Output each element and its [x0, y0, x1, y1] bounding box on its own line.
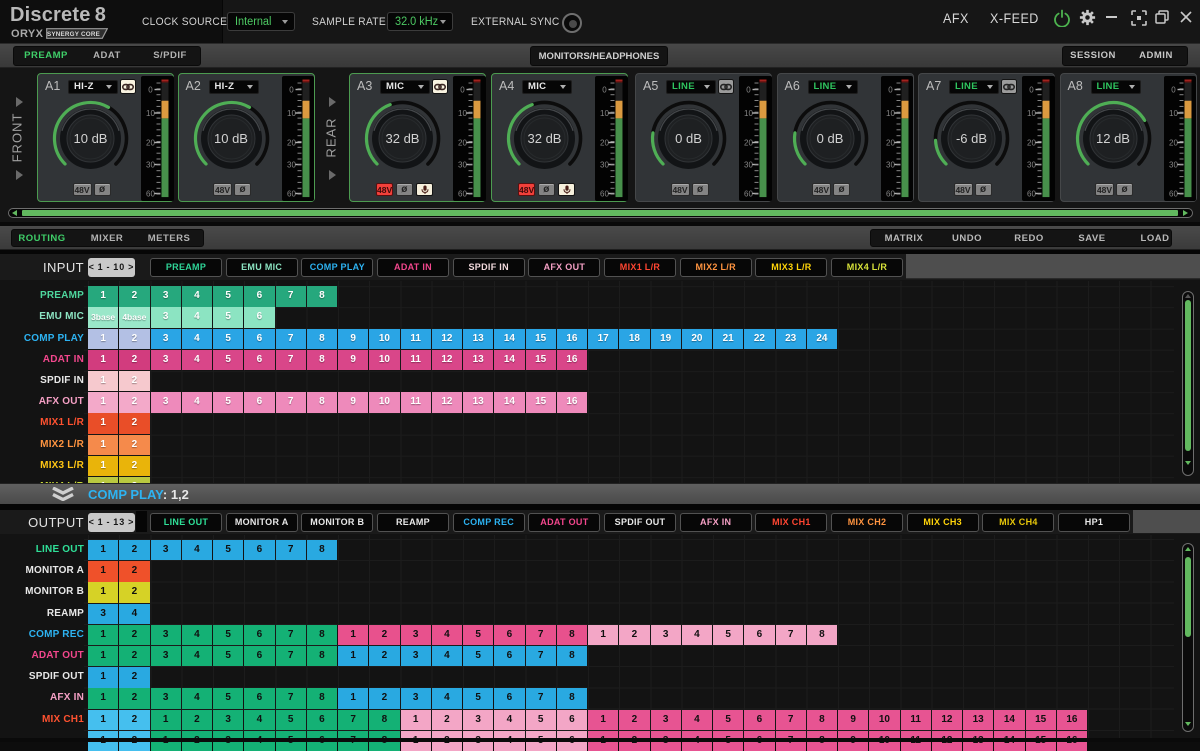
svg-text:60: 60 [744, 189, 753, 198]
svg-text:30: 30 [458, 160, 467, 169]
svg-text:30: 30 [744, 160, 753, 169]
svg-text:20: 20 [146, 138, 155, 147]
svg-text:0: 0 [888, 85, 893, 94]
svg-text:10: 10 [744, 109, 753, 118]
svg-text:60: 60 [1169, 189, 1178, 198]
svg-text:10: 10 [1027, 109, 1036, 118]
svg-text:20: 20 [287, 138, 296, 147]
svg-text:60: 60 [287, 189, 296, 198]
svg-text:60: 60 [886, 189, 895, 198]
svg-text:0: 0 [461, 85, 466, 94]
svg-text:20: 20 [600, 138, 609, 147]
svg-text:30: 30 [600, 160, 609, 169]
svg-text:SYNERGY CORE: SYNERGY CORE [47, 31, 100, 38]
svg-text:20: 20 [744, 138, 753, 147]
svg-text:20: 20 [1027, 138, 1036, 147]
svg-text:0: 0 [289, 85, 294, 94]
svg-text:0: 0 [149, 85, 154, 94]
svg-text:10: 10 [886, 109, 895, 118]
svg-text:20: 20 [1169, 138, 1178, 147]
svg-text:10: 10 [458, 109, 467, 118]
svg-text:10: 10 [600, 109, 609, 118]
svg-text:10: 10 [146, 109, 155, 118]
svg-text:0: 0 [747, 85, 752, 94]
svg-text:30: 30 [287, 160, 296, 169]
svg-text:60: 60 [1027, 189, 1036, 198]
svg-text:10: 10 [1169, 109, 1178, 118]
svg-text:30: 30 [1027, 160, 1036, 169]
svg-text:0: 0 [1030, 85, 1035, 94]
svg-text:0: 0 [603, 85, 608, 94]
svg-text:60: 60 [146, 189, 155, 198]
svg-text:30: 30 [146, 160, 155, 169]
svg-text:30: 30 [886, 160, 895, 169]
svg-text:10: 10 [287, 109, 296, 118]
svg-text:30: 30 [1169, 160, 1178, 169]
svg-text:20: 20 [886, 138, 895, 147]
svg-text:60: 60 [600, 189, 609, 198]
svg-text:20: 20 [458, 138, 467, 147]
svg-text:0: 0 [1171, 85, 1176, 94]
svg-text:60: 60 [458, 189, 467, 198]
